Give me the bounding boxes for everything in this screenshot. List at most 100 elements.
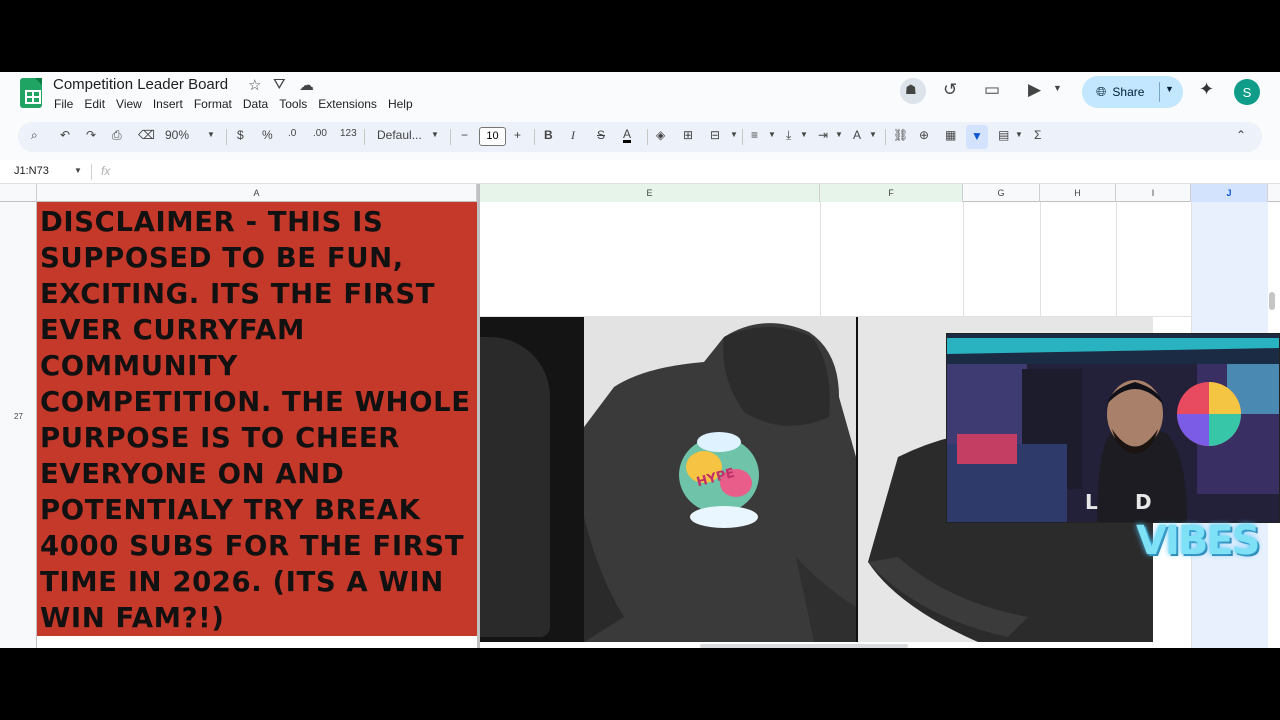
percent-button[interactable]: %: [262, 128, 273, 142]
insert-link-icon[interactable]: ⛓: [893, 128, 908, 142]
gemini-icon[interactable]: ✦: [1199, 79, 1214, 100]
fx-icon: fx: [101, 164, 111, 178]
italic-button[interactable]: I: [571, 128, 575, 143]
strikethrough-button[interactable]: S: [597, 128, 605, 142]
font-select[interactable]: Defaul...: [377, 128, 422, 142]
zoom-caret-icon[interactable]: ▼: [207, 130, 215, 139]
person-icon: ☗: [905, 82, 917, 97]
search-icon[interactable]: ⌕: [31, 128, 38, 143]
present-mode-button[interactable]: ☗: [900, 78, 926, 104]
meet-icon[interactable]: ▶: [1028, 80, 1041, 100]
cloud-status-icon[interactable]: ☁: [299, 76, 314, 94]
share-button[interactable]: 🌐︎ Share ▼: [1082, 76, 1183, 108]
valign-caret-icon[interactable]: ▼: [800, 130, 808, 139]
star-icon[interactable]: ☆: [248, 76, 261, 94]
menu-help[interactable]: Help: [388, 97, 413, 111]
column-header-i[interactable]: I: [1116, 184, 1191, 202]
insert-chart-icon[interactable]: ▦: [945, 128, 956, 142]
filter-views-icon[interactable]: ▤: [998, 128, 1009, 142]
document-title[interactable]: Competition Leader Board: [53, 76, 228, 93]
formula-bar: J1:N73 ▼ fx: [0, 160, 1280, 184]
zoom-select[interactable]: 90%: [165, 128, 189, 142]
frozen-column-divider[interactable]: [477, 184, 480, 648]
history-icon[interactable]: ↺: [943, 80, 957, 100]
increase-decimal-button[interactable]: .00: [313, 128, 327, 139]
column-header-g[interactable]: G: [963, 184, 1040, 202]
select-all-corner[interactable]: [0, 184, 37, 202]
text-rotation-icon[interactable]: A: [853, 128, 861, 142]
number-format-button[interactable]: 123: [340, 128, 357, 139]
meet-caret-icon[interactable]: ▼: [1053, 83, 1062, 93]
merge-caret-icon[interactable]: ▼: [730, 130, 738, 139]
toolbar-divider: [885, 129, 886, 145]
column-header-f[interactable]: F: [820, 184, 963, 202]
share-divider: [1159, 82, 1160, 102]
menu-insert[interactable]: Insert: [153, 97, 183, 111]
column-header-j[interactable]: J: [1191, 184, 1268, 202]
row-header-27[interactable]: 27: [0, 412, 37, 421]
menu-extensions[interactable]: Extensions: [318, 97, 377, 111]
text-wrap-icon[interactable]: ⇥: [818, 128, 828, 142]
product-image-left[interactable]: [480, 317, 584, 642]
collapse-toolbar-icon[interactable]: ⌃: [1236, 128, 1246, 142]
menu-tools[interactable]: Tools: [279, 97, 307, 111]
column-header-a[interactable]: A: [37, 184, 477, 202]
menu-bar: File Edit View Insert Format Data Tools …: [54, 97, 424, 111]
filter-button[interactable]: ▼: [966, 125, 988, 149]
toolbar-divider: [742, 129, 743, 145]
cell-a27[interactable]: DISCLAIMER - THIS IS SUPPOSED TO BE FUN,…: [37, 202, 477, 636]
filter-views-caret-icon[interactable]: ▼: [1015, 130, 1023, 139]
menu-data[interactable]: Data: [243, 97, 268, 111]
filter-icon: ▼: [971, 129, 983, 143]
horizontal-scrollbar[interactable]: [700, 644, 908, 648]
font-size-increase-icon[interactable]: +: [514, 128, 521, 142]
decrease-decimal-button[interactable]: .0: [288, 128, 296, 139]
bold-button[interactable]: B: [544, 128, 553, 142]
fill-color-icon[interactable]: ◈: [656, 128, 665, 142]
gridline: [963, 202, 964, 317]
menu-format[interactable]: Format: [194, 97, 232, 111]
text-color-button[interactable]: A: [623, 128, 632, 143]
sheets-logo-icon[interactable]: [20, 78, 42, 108]
product-image-hoodie-front[interactable]: HYPE: [584, 317, 858, 642]
print-icon[interactable]: ⎙: [112, 128, 122, 143]
svg-text:L: L: [1085, 490, 1098, 514]
toolbar-divider: [364, 129, 365, 145]
menu-edit[interactable]: Edit: [84, 97, 105, 111]
svg-text:D: D: [1135, 490, 1152, 514]
currency-button[interactable]: $: [237, 128, 244, 142]
hoodie-front-graphic: HYPE: [584, 323, 856, 642]
align-caret-icon[interactable]: ▼: [768, 130, 776, 139]
column-header-e[interactable]: E: [480, 184, 820, 202]
row-headers: 27: [0, 202, 37, 648]
insert-comment-icon[interactable]: ⊕: [919, 128, 929, 142]
share-caret-icon[interactable]: ▼: [1165, 84, 1174, 94]
borders-icon[interactable]: ⊞: [683, 128, 693, 142]
font-size-input[interactable]: 10: [479, 127, 506, 146]
column-header-h[interactable]: H: [1040, 184, 1116, 202]
undo-icon[interactable]: ↶: [60, 128, 70, 142]
share-label: Share: [1112, 85, 1145, 99]
comment-icon[interactable]: ▭: [984, 80, 1000, 100]
webcam-feed-graphic: L D: [947, 334, 1279, 522]
functions-icon[interactable]: Σ: [1034, 128, 1041, 142]
vertical-scrollbar[interactable]: [1269, 292, 1275, 310]
vertical-align-icon[interactable]: ⤓: [786, 128, 791, 143]
font-size-decrease-icon[interactable]: −: [461, 128, 468, 142]
name-box[interactable]: J1:N73: [14, 165, 49, 177]
menu-file[interactable]: File: [54, 97, 73, 111]
horizontal-align-icon[interactable]: ≡: [751, 128, 758, 142]
font-caret-icon[interactable]: ▼: [431, 130, 439, 139]
redo-icon[interactable]: ↷: [86, 128, 96, 142]
name-box-caret-icon[interactable]: ▼: [74, 166, 82, 175]
move-icon[interactable]: ⛛: [273, 76, 286, 93]
merge-cells-icon[interactable]: ⊟: [710, 128, 720, 142]
disclaimer-text: DISCLAIMER - THIS IS SUPPOSED TO BE FUN,…: [40, 206, 471, 634]
toolbar-divider: [226, 129, 227, 145]
wrap-caret-icon[interactable]: ▼: [835, 130, 843, 139]
menu-view[interactable]: View: [116, 97, 142, 111]
avatar[interactable]: S: [1234, 79, 1260, 105]
webcam-overlay: L D: [946, 333, 1280, 523]
paint-format-icon[interactable]: ⌫: [138, 128, 155, 142]
rotation-caret-icon[interactable]: ▼: [869, 130, 877, 139]
